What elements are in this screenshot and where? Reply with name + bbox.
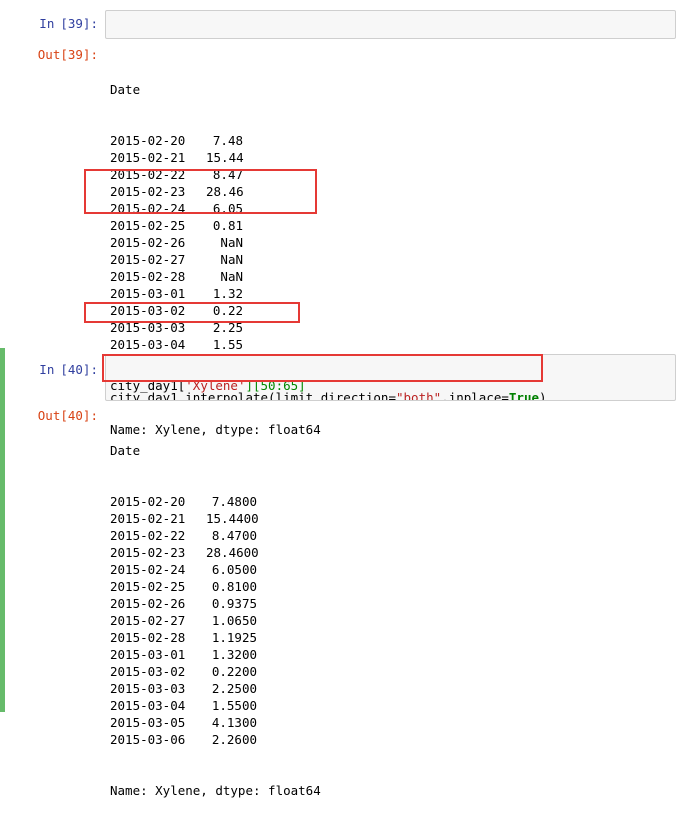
notebook-cell-40[interactable]: In [40]: city_day1.interpolate(limit_dire… bbox=[0, 348, 676, 798]
series-row: 2015-02-25 0.81 bbox=[110, 217, 321, 234]
row-date: 2015-02-25 bbox=[110, 218, 186, 233]
row-date: 2015-02-24 bbox=[110, 562, 186, 577]
series-row: 2015-02-27 1.0650 bbox=[110, 612, 321, 629]
row-date: 2015-03-01 bbox=[110, 647, 186, 662]
row-date: 2015-03-05 bbox=[110, 715, 186, 730]
series-row: 2015-02-20 7.4800 bbox=[110, 493, 321, 510]
series-row: 2015-03-03 2.2500 bbox=[110, 680, 321, 697]
row-value: 7.4800 bbox=[211, 494, 257, 509]
row-value: 2.2600 bbox=[211, 732, 257, 747]
series-row: 2015-03-04 1.5500 bbox=[110, 697, 321, 714]
row-value: 8.4700 bbox=[211, 528, 257, 543]
series-row: 2015-02-28 NaN bbox=[110, 268, 321, 285]
row-date: 2015-02-21 bbox=[110, 511, 186, 526]
row-date: 2015-02-21 bbox=[110, 150, 186, 165]
row-date: 2015-03-06 bbox=[110, 732, 186, 747]
annotation-box-nan-last bbox=[84, 302, 300, 323]
row-value: 1.32 bbox=[212, 286, 243, 301]
in-number: [39]: bbox=[60, 16, 98, 31]
input-prompt-39: In [39]: bbox=[0, 16, 98, 31]
series-header: Date bbox=[110, 82, 141, 97]
row-date: 2015-02-25 bbox=[110, 579, 186, 594]
series-rows: 2015-02-20 7.4800 2015-02-21 15.4400 2015-02… bbox=[110, 493, 321, 748]
row-date: 2015-02-27 bbox=[110, 252, 186, 267]
row-value: 15.44 bbox=[206, 150, 244, 165]
row-value: 0.2200 bbox=[211, 664, 257, 679]
row-value: NaN bbox=[220, 252, 243, 267]
in-tag: In bbox=[39, 16, 55, 31]
row-date: 2015-02-23 bbox=[110, 545, 186, 560]
row-date: 2015-02-28 bbox=[110, 630, 186, 645]
notebook-cell-39[interactable]: In [39]: city_day1['Xylene'][50:65] Out[3… bbox=[0, 0, 676, 437]
series-row: 2015-02-24 6.0500 bbox=[110, 561, 321, 578]
row-value: 1.1925 bbox=[211, 630, 257, 645]
row-date: 2015-02-26 bbox=[110, 235, 186, 250]
row-value: 7.48 bbox=[212, 133, 243, 148]
row-value: 0.81 bbox=[212, 218, 243, 233]
series-footer: Name: Xylene, dtype: float64 bbox=[110, 783, 321, 798]
series-header: Date bbox=[110, 443, 141, 458]
annotation-box-interpolate bbox=[102, 354, 543, 382]
series-row: 2015-02-26 NaN bbox=[110, 234, 321, 251]
series-row: 2015-03-06 2.2600 bbox=[110, 731, 321, 748]
row-date: 2015-03-03 bbox=[110, 681, 186, 696]
row-date: 2015-02-20 bbox=[110, 133, 186, 148]
row-date: 2015-02-20 bbox=[110, 494, 186, 509]
output-prompt-40: Out[40]: bbox=[37, 408, 98, 423]
in-tag: In bbox=[39, 362, 55, 377]
row-date: 2015-03-02 bbox=[110, 664, 186, 679]
series-row: 2015-03-01 1.32 bbox=[110, 285, 321, 302]
series-row: 2015-02-21 15.4400 bbox=[110, 510, 321, 527]
series-row: 2015-02-21 15.44 bbox=[110, 149, 321, 166]
series-row: 2015-02-27 NaN bbox=[110, 251, 321, 268]
series-row: 2015-02-28 1.1925 bbox=[110, 629, 321, 646]
row-value: 6.0500 bbox=[211, 562, 257, 577]
series-row: 2015-03-01 1.3200 bbox=[110, 646, 321, 663]
series-row: 2015-02-22 8.4700 bbox=[110, 527, 321, 544]
row-value: 1.3200 bbox=[211, 647, 257, 662]
output-area-40: Date 2015-02-20 7.4800 2015-02-21 15.4400 20… bbox=[110, 408, 321, 833]
row-date: 2015-02-26 bbox=[110, 596, 186, 611]
row-value: 2.2500 bbox=[211, 681, 257, 696]
series-row: 2015-02-25 0.8100 bbox=[110, 578, 321, 595]
row-value: NaN bbox=[220, 235, 243, 250]
input-prompt-40: In [40]: bbox=[0, 362, 98, 377]
row-value: 1.0650 bbox=[211, 613, 257, 628]
series-row: 2015-02-23 28.4600 bbox=[110, 544, 321, 561]
row-value: 1.5500 bbox=[211, 698, 257, 713]
series-row: 2015-02-20 7.48 bbox=[110, 132, 321, 149]
annotation-box-nan-range bbox=[84, 169, 317, 214]
row-value: 0.9375 bbox=[211, 596, 257, 611]
row-date: 2015-02-28 bbox=[110, 269, 186, 284]
in-number: [40]: bbox=[60, 362, 98, 377]
row-value: 15.4400 bbox=[206, 511, 259, 526]
output-prompt-39: Out[39]: bbox=[37, 47, 98, 62]
row-date: 2015-03-04 bbox=[110, 698, 186, 713]
row-date: 2015-02-22 bbox=[110, 528, 186, 543]
row-date: 2015-02-27 bbox=[110, 613, 186, 628]
row-value: 0.8100 bbox=[211, 579, 257, 594]
code-input-39[interactable]: city_day1['Xylene'][50:65] bbox=[105, 10, 676, 39]
series-row: 2015-02-26 0.9375 bbox=[110, 595, 321, 612]
row-value: 28.4600 bbox=[206, 545, 259, 560]
series-row: 2015-03-05 4.1300 bbox=[110, 714, 321, 731]
row-date: 2015-03-01 bbox=[110, 286, 186, 301]
row-value: 4.1300 bbox=[211, 715, 257, 730]
series-row: 2015-03-02 0.2200 bbox=[110, 663, 321, 680]
row-value: NaN bbox=[220, 269, 243, 284]
